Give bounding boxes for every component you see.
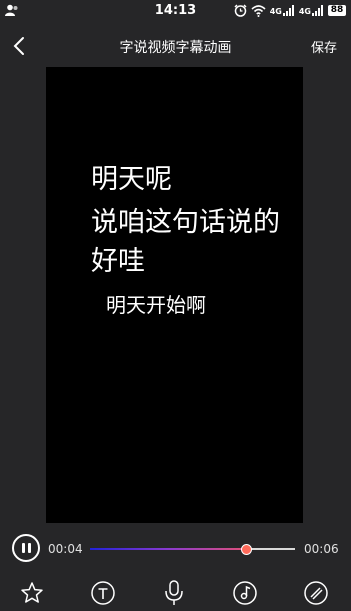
network-type-label: 4G: [298, 7, 311, 16]
voice-button[interactable]: [159, 578, 189, 608]
music-button[interactable]: [230, 578, 260, 608]
text-button[interactable]: [88, 578, 118, 608]
wifi-icon: [251, 4, 266, 17]
total-time: 00:06: [304, 542, 339, 556]
signal-bars-icon: [312, 5, 323, 16]
playback-controls: 00:04 00:06: [0, 530, 351, 568]
app-header: 字说视频字幕动画 保存: [0, 27, 351, 65]
save-button[interactable]: 保存: [311, 37, 337, 56]
status-icons: 4G 4G 88: [234, 3, 346, 18]
signal-2: 4G: [299, 5, 324, 16]
signal-1: 4G: [270, 5, 295, 16]
network-type-label: 4G: [269, 7, 282, 16]
sticker-icon: [21, 582, 43, 603]
battery-indicator: 88: [328, 5, 346, 16]
alarm-icon: [234, 4, 247, 17]
pause-icon: [22, 543, 31, 553]
pause-button[interactable]: [12, 534, 40, 562]
signal-bars-icon: [282, 5, 294, 16]
progress-thumb[interactable]: [240, 544, 252, 555]
progress-slider[interactable]: [90, 544, 295, 555]
microphone-icon: [165, 580, 183, 605]
editing-toolbar: [0, 576, 351, 611]
brush-button[interactable]: [301, 578, 331, 608]
brush-icon: [304, 581, 328, 605]
caption-line-2: 说咱这句话说的好哇: [91, 207, 280, 277]
progress-fill: [90, 548, 246, 550]
music-icon: [233, 581, 257, 605]
page-title: 字说视频字幕动画: [119, 40, 232, 56]
status-bar: 14:13 4G 4G 88: [0, 0, 351, 22]
current-time: 00:04: [48, 542, 83, 556]
video-preview[interactable]: 明天呢 说咱这句话说的好哇 明天开始啊: [46, 67, 303, 523]
back-button[interactable]: [6, 32, 32, 60]
text-icon: [91, 581, 115, 605]
sticker-button[interactable]: [17, 578, 47, 608]
chevron-left-icon: [13, 37, 24, 55]
caption-line-1: 明天呢: [91, 164, 172, 195]
caption-line-3: 明天开始啊: [106, 293, 206, 317]
